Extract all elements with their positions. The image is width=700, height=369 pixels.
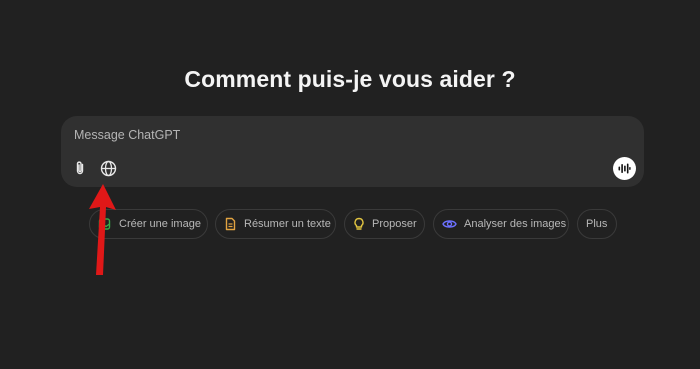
chip-summarize-text[interactable]: Résumer un texte [215,209,336,239]
chip-label: Créer une image [119,218,201,230]
chip-analyze-images[interactable]: Analyser des images [433,209,569,239]
voice-wave-icon [618,163,631,174]
chip-more[interactable]: Plus [577,209,617,239]
voice-mode-button[interactable] [613,157,636,180]
lightbulb-icon [354,217,364,230]
chip-label: Analyser des images [464,218,567,230]
chip-label: Plus [586,218,608,230]
document-icon [225,217,236,231]
page-title: Comment puis-je vous aider ? [184,66,516,92]
eye-icon [442,220,457,228]
message-input-placeholder[interactable]: Message ChatGPT [74,128,180,142]
chip-create-image[interactable]: Créer une image [89,209,208,239]
chip-label: Proposer [372,218,417,230]
chip-propose[interactable]: Proposer [344,209,425,239]
image-create-icon [98,218,111,230]
message-composer[interactable]: Message ChatGPT [61,116,644,187]
globe-icon[interactable] [98,158,118,178]
chip-label: Résumer un texte [244,218,331,230]
paperclip-icon[interactable] [70,158,90,178]
